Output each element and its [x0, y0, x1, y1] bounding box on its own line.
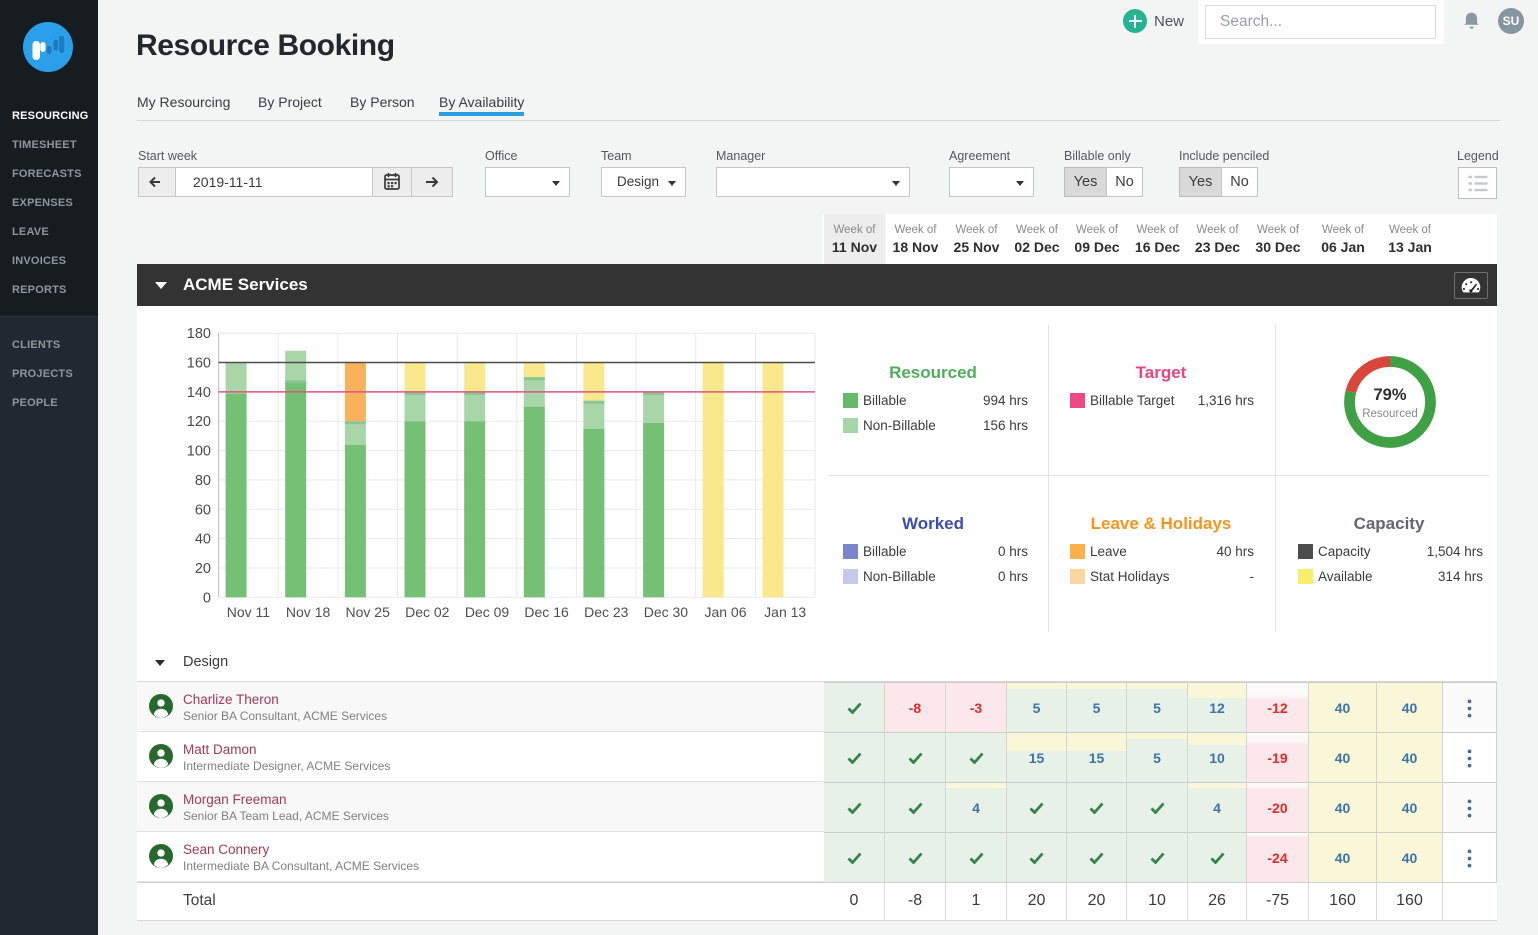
- svg-text:Jan 06: Jan 06: [704, 604, 746, 620]
- svg-text:160: 160: [187, 356, 211, 372]
- svg-text:79%: 79%: [1373, 386, 1406, 404]
- svg-text:180: 180: [187, 326, 211, 342]
- svg-text:60: 60: [195, 502, 211, 518]
- svg-text:Jan 13: Jan 13: [764, 604, 806, 620]
- svg-text:Nov 18: Nov 18: [286, 604, 331, 620]
- svg-text:20: 20: [195, 561, 211, 577]
- svg-text:Dec 02: Dec 02: [405, 604, 450, 620]
- svg-text:Dec 16: Dec 16: [524, 604, 569, 620]
- svg-text:140: 140: [187, 385, 211, 401]
- svg-text:40: 40: [195, 532, 211, 548]
- svg-text:120: 120: [187, 414, 211, 430]
- svg-text:Dec 09: Dec 09: [465, 604, 510, 620]
- svg-text:100: 100: [187, 444, 211, 460]
- svg-text:Dec 30: Dec 30: [644, 604, 689, 620]
- svg-text:80: 80: [195, 473, 211, 489]
- svg-text:Dec 23: Dec 23: [584, 604, 629, 620]
- svg-text:0: 0: [203, 590, 211, 606]
- svg-text:Nov 11: Nov 11: [227, 604, 271, 620]
- svg-text:Nov 25: Nov 25: [346, 604, 391, 620]
- svg-text:Resourced: Resourced: [1362, 408, 1418, 420]
